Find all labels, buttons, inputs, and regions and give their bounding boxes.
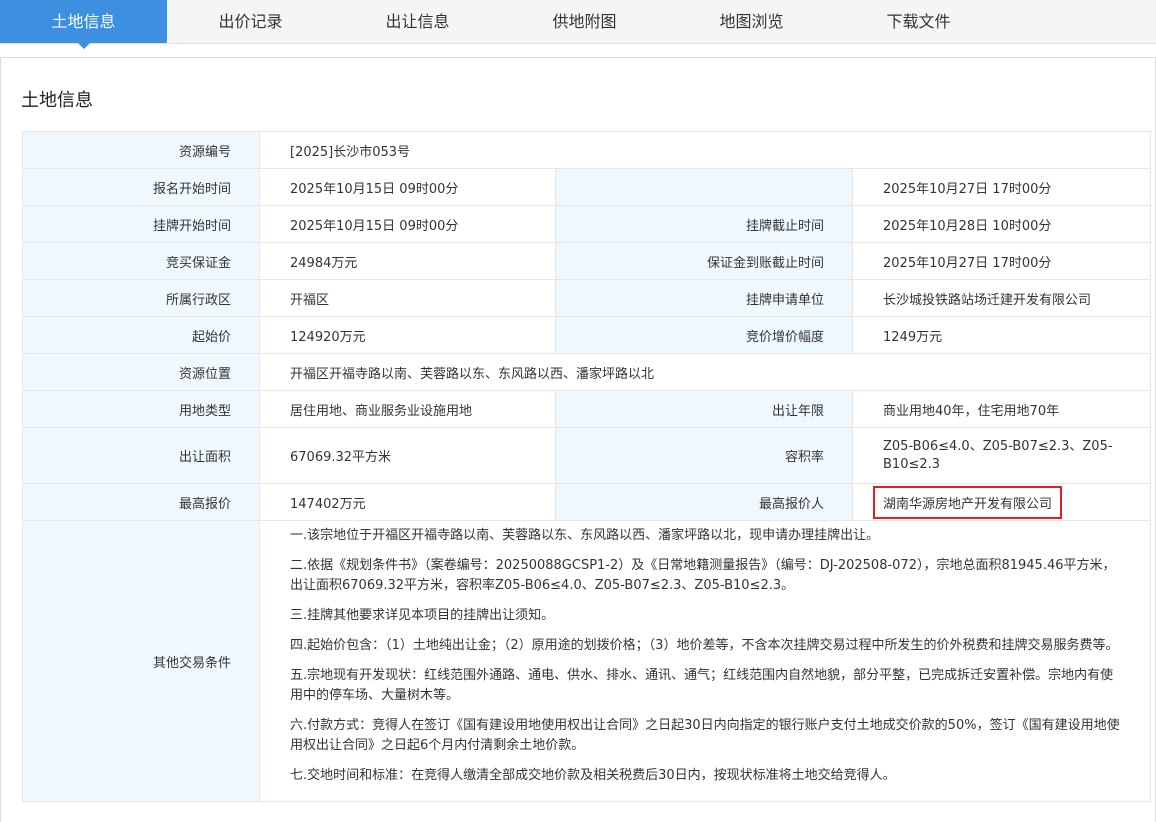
start-price-label: 起始价 — [22, 316, 260, 354]
term-label: 出让年限 — [555, 390, 853, 428]
table-row: 挂牌开始时间 2025年10月15日 09时00分 挂牌截止时间 2025年10… — [22, 205, 1151, 243]
tab-downloads[interactable]: 下载文件 — [835, 0, 1002, 43]
applicant-label: 挂牌申请单位 — [555, 279, 853, 317]
district-label: 所属行政区 — [22, 279, 260, 317]
table-row: 用地类型 居住用地、商业服务业设施用地 出让年限 商业用地40年，住宅用地70年 — [22, 390, 1151, 428]
listing-end-value: 2025年10月28日 10时00分 — [852, 205, 1151, 243]
resource-no-value: [2025]长沙市053号 — [259, 131, 1151, 169]
increment-label: 竞价增价幅度 — [555, 316, 853, 354]
location-label: 资源位置 — [22, 353, 260, 391]
signup-end-label — [555, 168, 853, 206]
increment-value: 1249万元 — [852, 316, 1151, 354]
tab-map-browse[interactable]: 地图浏览 — [668, 0, 835, 43]
table-row: 竞买保证金 24984万元 保证金到账截止时间 2025年10月27日 17时0… — [22, 242, 1151, 280]
table-row: 资源位置 开福区开福寺路以南、芙蓉路以东、东风路以西、潘家坪路以北 — [22, 353, 1151, 391]
far-label: 容积率 — [555, 427, 853, 484]
top-price-label: 最高报价 — [22, 483, 260, 521]
condition-item: 六.付款方式：竞得人在签订《国有建设用地使用权出让合同》之日起30日内向指定的银… — [290, 718, 1120, 753]
deposit-value: 24984万元 — [259, 242, 556, 280]
condition-item: 四.起始价包含：（1）土地纯出让金；（2）原用途的划拨价格；（3）地价差等，不含… — [290, 638, 1119, 653]
area-value: 67069.32平方米 — [259, 427, 556, 484]
far-value: Z05-B06≤4.0、Z05-B07≤2.3、Z05-B10≤2.3 — [852, 427, 1151, 484]
land-use-label: 用地类型 — [22, 390, 260, 428]
panel-title: 土地信息 — [21, 90, 93, 111]
land-use-value: 居住用地、商业服务业设施用地 — [259, 390, 556, 428]
condition-item: 五.宗地现有开发现状：红线范围外通路、通电、供水、排水、通讯、通气；红线范围内自… — [290, 668, 1114, 703]
term-value: 商业用地40年，住宅用地70年 — [852, 390, 1151, 428]
resource-no-label: 资源编号 — [22, 131, 260, 169]
tab-bid-records[interactable]: 出价记录 — [167, 0, 334, 43]
other-conditions-value: 一.该宗地位于开福区开福寺路以南、芙蓉路以东、东风路以西、潘家坪路以北，现申请办… — [259, 520, 1151, 802]
signup-start-label: 报名开始时间 — [22, 168, 260, 206]
listing-start-value: 2025年10月15日 09时00分 — [259, 205, 556, 243]
tab-transfer-info[interactable]: 出让信息 — [334, 0, 501, 43]
land-info-panel: 土地信息 资源编号 [2025]长沙市053号 报名开始时间 2025年10月1… — [0, 57, 1156, 822]
top-price-value: 147402万元 — [259, 483, 556, 521]
table-row: 所属行政区 开福区 挂牌申请单位 长沙城投铁路站场迁建开发有限公司 — [22, 279, 1151, 317]
table-row: 起始价 124920万元 竞价增价幅度 1249万元 — [22, 316, 1151, 354]
location-value: 开福区开福寺路以南、芙蓉路以东、东风路以西、潘家坪路以北 — [259, 353, 1151, 391]
condition-item: 二.依据《规划条件书》（案卷编号：20250088GCSP1-2）及《日常地籍测… — [290, 558, 1116, 593]
land-info-table: 资源编号 [2025]长沙市053号 报名开始时间 2025年10月15日 09… — [22, 131, 1151, 802]
top-bidder-label: 最高报价人 — [555, 483, 853, 521]
applicant-value: 长沙城投铁路站场迁建开发有限公司 — [852, 279, 1151, 317]
top-bidder-value: 湖南华源房地产开发有限公司 — [873, 485, 1063, 519]
top-bidder-cell: 湖南华源房地产开发有限公司 — [852, 483, 1151, 521]
signup-start-value: 2025年10月15日 09时00分 — [259, 168, 556, 206]
listing-start-label: 挂牌开始时间 — [22, 205, 260, 243]
other-conditions-label: 其他交易条件 — [22, 520, 260, 802]
condition-item: 七.交地时间和标准：在竞得人缴清全部成交地价款及相关税费后30日内，按现状标准将… — [290, 768, 896, 783]
condition-item: 一.该宗地位于开福区开福寺路以南、芙蓉路以东、东风路以西、潘家坪路以北，现申请办… — [290, 528, 880, 543]
table-row: 出让面积 67069.32平方米 容积率 Z05-B06≤4.0、Z05-B07… — [22, 427, 1151, 484]
table-row: 资源编号 [2025]长沙市053号 — [22, 131, 1151, 169]
signup-end-value: 2025年10月27日 17时00分 — [852, 168, 1151, 206]
area-label: 出让面积 — [22, 427, 260, 484]
listing-end-label: 挂牌截止时间 — [555, 205, 853, 243]
tab-bar: 土地信息 出价记录 出让信息 供地附图 地图浏览 下载文件 — [0, 0, 1156, 49]
table-row: 最高报价 147402万元 最高报价人 湖南华源房地产开发有限公司 — [22, 483, 1151, 521]
tab-land-info[interactable]: 土地信息 — [0, 0, 167, 49]
district-value: 开福区 — [259, 279, 556, 317]
deposit-label: 竞买保证金 — [22, 242, 260, 280]
deposit-deadline-value: 2025年10月27日 17时00分 — [852, 242, 1151, 280]
condition-item: 三.挂牌其他要求详见本项目的挂牌出让须知。 — [290, 608, 555, 623]
table-row: 报名开始时间 2025年10月15日 09时00分 2025年10月27日 17… — [22, 168, 1151, 206]
start-price-value: 124920万元 — [259, 316, 556, 354]
deposit-deadline-label: 保证金到账截止时间 — [555, 242, 853, 280]
table-row: 其他交易条件 一.该宗地位于开福区开福寺路以南、芙蓉路以东、东风路以西、潘家坪路… — [22, 520, 1151, 802]
tab-supply-maps[interactable]: 供地附图 — [501, 0, 668, 43]
